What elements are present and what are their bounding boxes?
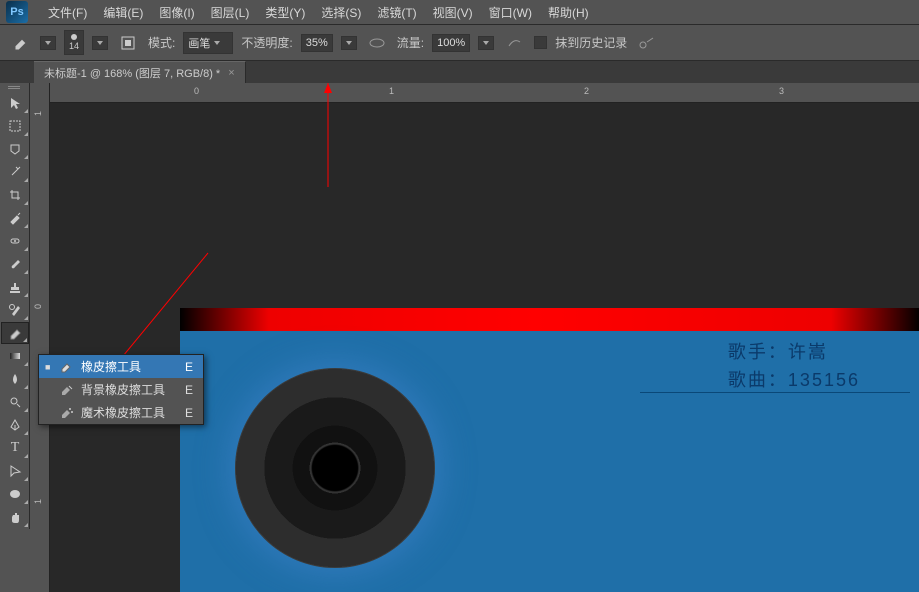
stamp-tool[interactable] xyxy=(1,276,29,298)
erase-history-checkbox[interactable] xyxy=(534,36,547,49)
eyedropper-tool[interactable] xyxy=(1,207,29,229)
mode-dropdown[interactable]: 画笔 xyxy=(183,32,233,54)
wand-tool[interactable] xyxy=(1,161,29,183)
menu-view[interactable]: 视图(V) xyxy=(425,0,481,25)
document-canvas[interactable]: 歌手：许嵩 歌曲：135156 xyxy=(180,308,919,592)
canvas-divider xyxy=(640,392,910,393)
path-select-tool[interactable] xyxy=(1,460,29,482)
pen-tool[interactable] xyxy=(1,414,29,436)
erase-history-label: 抹到历史记录 xyxy=(555,34,627,51)
gradient-tool[interactable] xyxy=(1,345,29,367)
flow-input[interactable]: 100% xyxy=(432,34,470,52)
type-tool[interactable]: T xyxy=(1,437,29,459)
bg-eraser-icon xyxy=(59,382,75,398)
flyout-magic-eraser[interactable]: 魔术橡皮擦工具 E xyxy=(39,401,203,424)
menubar: Ps 文件(F) 编辑(E) 图像(I) 图层(L) 类型(Y) 选择(S) 滤… xyxy=(0,0,919,25)
menu-file[interactable]: 文件(F) xyxy=(40,0,95,25)
blur-tool[interactable] xyxy=(1,368,29,390)
document-tab[interactable]: 未标题-1 @ 168% (图层 7, RGB/8) * × xyxy=(34,61,246,84)
menu-window[interactable]: 窗口(W) xyxy=(481,0,540,25)
magic-eraser-icon xyxy=(59,405,75,421)
flow-caret[interactable] xyxy=(478,36,494,50)
menu-select[interactable]: 选择(S) xyxy=(313,0,369,25)
eraser-flyout: ■ 橡皮擦工具 E 背景橡皮擦工具 E 魔术橡皮擦工具 E xyxy=(38,354,204,425)
flyout-eraser[interactable]: ■ 橡皮擦工具 E xyxy=(39,355,203,378)
eraser-tool[interactable] xyxy=(1,322,29,344)
marquee-tool[interactable] xyxy=(1,115,29,137)
brush-size-picker[interactable]: 14 xyxy=(64,30,84,55)
heal-tool[interactable] xyxy=(1,230,29,252)
crop-tool[interactable] xyxy=(1,184,29,206)
close-tab-icon[interactable]: × xyxy=(228,67,234,79)
hand-tool[interactable] xyxy=(1,506,29,528)
shape-tool[interactable] xyxy=(1,483,29,505)
canvas-disc-graphic xyxy=(235,368,435,568)
flow-label: 流量: xyxy=(397,34,424,51)
opacity-caret[interactable] xyxy=(341,36,357,50)
mode-label: 模式: xyxy=(148,34,175,51)
history-brush-tool[interactable] xyxy=(1,299,29,321)
move-tool[interactable] xyxy=(1,92,29,114)
eraser-tool-icon[interactable] xyxy=(8,31,32,55)
toolbox: T xyxy=(0,83,30,529)
menu-image[interactable]: 图像(I) xyxy=(151,0,202,25)
document-tabbar: 未标题-1 @ 168% (图层 7, RGB/8) * × xyxy=(0,61,919,83)
opacity-input[interactable]: 35% xyxy=(301,34,333,52)
brush-tool[interactable] xyxy=(1,253,29,275)
pressure-size-icon[interactable] xyxy=(635,31,659,55)
vertical-ruler[interactable]: 1 0 1 xyxy=(30,83,50,592)
canvas-text-block: 歌手：许嵩 歌曲：135156 xyxy=(728,338,860,394)
workspace: 0 1 2 3 1 0 1 歌手：许嵩 歌曲：135156 xyxy=(30,83,919,592)
airbrush-icon[interactable] xyxy=(502,31,526,55)
menu-edit[interactable]: 编辑(E) xyxy=(95,0,151,25)
menu-type[interactable]: 类型(Y) xyxy=(257,0,313,25)
opacity-label: 不透明度: xyxy=(241,34,292,51)
toolbox-grip[interactable] xyxy=(0,83,28,91)
menu-layer[interactable]: 图层(L) xyxy=(203,0,258,25)
dodge-tool[interactable] xyxy=(1,391,29,413)
tab-title: 未标题-1 @ 168% (图层 7, RGB/8) * xyxy=(44,65,220,81)
options-bar: 14 模式: 画笔 不透明度: 35% 流量: 100% 抹到历史记录 xyxy=(0,25,919,61)
brush-caret[interactable] xyxy=(92,36,108,50)
lasso-tool[interactable] xyxy=(1,138,29,160)
horizontal-ruler[interactable]: 0 1 2 3 xyxy=(50,83,919,103)
canvas-red-bar xyxy=(180,308,919,331)
menu-help[interactable]: 帮助(H) xyxy=(540,0,597,25)
flyout-bg-eraser[interactable]: 背景橡皮擦工具 E xyxy=(39,378,203,401)
menu-filter[interactable]: 滤镜(T) xyxy=(369,0,424,25)
tool-preset-picker[interactable] xyxy=(40,36,56,50)
pressure-opacity-icon[interactable] xyxy=(365,31,389,55)
brush-panel-icon[interactable] xyxy=(116,31,140,55)
app-logo[interactable]: Ps xyxy=(6,1,28,23)
eraser-icon xyxy=(59,359,75,375)
